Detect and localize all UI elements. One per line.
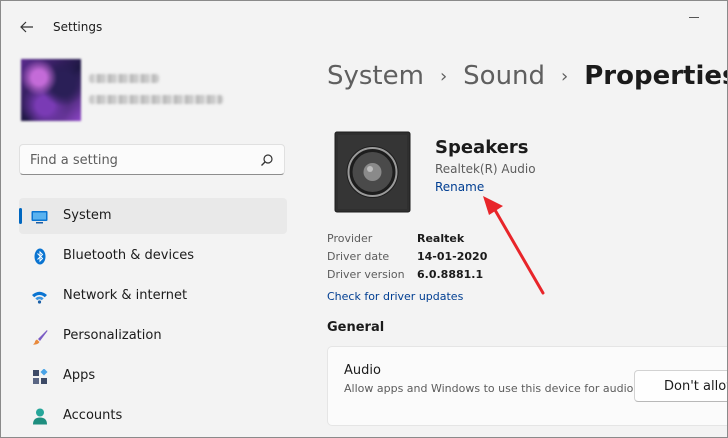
audio-setting-card: Audio Allow apps and Windows to use this… xyxy=(327,346,727,426)
sidebar-item-label: System xyxy=(63,208,112,223)
sidebar-item-label: Bluetooth & devices xyxy=(63,248,194,263)
card-description: Allow apps and Windows to use this devic… xyxy=(344,382,634,395)
sidebar-item-accounts[interactable]: Accounts xyxy=(19,398,287,434)
back-arrow-icon xyxy=(20,21,33,33)
breadcrumb-item-sound[interactable]: Sound xyxy=(463,61,545,91)
property-label: Driver date xyxy=(327,250,390,263)
person-icon xyxy=(31,408,48,425)
property-label: Driver version xyxy=(327,268,405,281)
breadcrumb-item-system[interactable]: System xyxy=(327,61,424,91)
device-driver-name: Realtek(R) Audio xyxy=(435,162,536,176)
sidebar-item-label: Network & internet xyxy=(63,288,188,303)
speaker-icon xyxy=(334,131,411,213)
app-title: Settings xyxy=(53,20,103,34)
page-title: Properties xyxy=(584,61,728,91)
search-box[interactable] xyxy=(19,144,285,175)
sidebar-item-apps[interactable]: Apps xyxy=(19,358,287,394)
chevron-right-icon: › xyxy=(439,65,448,87)
dont-allow-button[interactable]: Don't allow xyxy=(634,370,727,402)
search-input[interactable] xyxy=(30,151,250,169)
sidebar-item-bluetooth[interactable]: Bluetooth & devices xyxy=(19,238,287,274)
sidebar-item-system[interactable]: System xyxy=(19,198,287,234)
property-value: 14-01-2020 xyxy=(417,250,488,263)
property-label: Provider xyxy=(327,232,373,245)
user-name-redacted xyxy=(89,74,159,83)
sidebar-item-personalization[interactable]: Personalization xyxy=(19,318,287,354)
sidebar-item-label: Personalization xyxy=(63,328,162,343)
monitor-icon xyxy=(31,208,48,225)
sidebar-nav: System Bluetooth & devices Network & int… xyxy=(19,198,287,437)
apps-icon xyxy=(31,368,48,385)
breadcrumb: System › Sound › Properties xyxy=(327,61,728,91)
bluetooth-icon xyxy=(31,248,48,265)
property-value: Realtek xyxy=(417,232,465,245)
check-driver-updates-link[interactable]: Check for driver updates xyxy=(327,290,463,303)
back-button[interactable] xyxy=(15,15,39,39)
sidebar-item-label: Accounts xyxy=(63,408,123,423)
search-icon[interactable] xyxy=(260,153,274,167)
device-name: Speakers xyxy=(435,137,529,158)
sidebar-item-network[interactable]: Network & internet xyxy=(19,278,287,314)
user-email-redacted xyxy=(89,95,223,104)
avatar[interactable] xyxy=(21,59,81,121)
settings-window: Settings System xyxy=(0,0,728,438)
rename-link[interactable]: Rename xyxy=(435,180,484,194)
title-bar: Settings xyxy=(1,1,727,49)
chevron-right-icon: › xyxy=(561,65,569,87)
section-title-general: General xyxy=(327,320,385,335)
card-title: Audio xyxy=(344,363,381,378)
minimize-button[interactable] xyxy=(685,11,705,25)
brush-icon xyxy=(31,328,48,345)
property-value: 6.0.8881.1 xyxy=(417,268,484,281)
wifi-icon xyxy=(31,288,48,305)
sidebar-item-label: Apps xyxy=(63,368,96,383)
